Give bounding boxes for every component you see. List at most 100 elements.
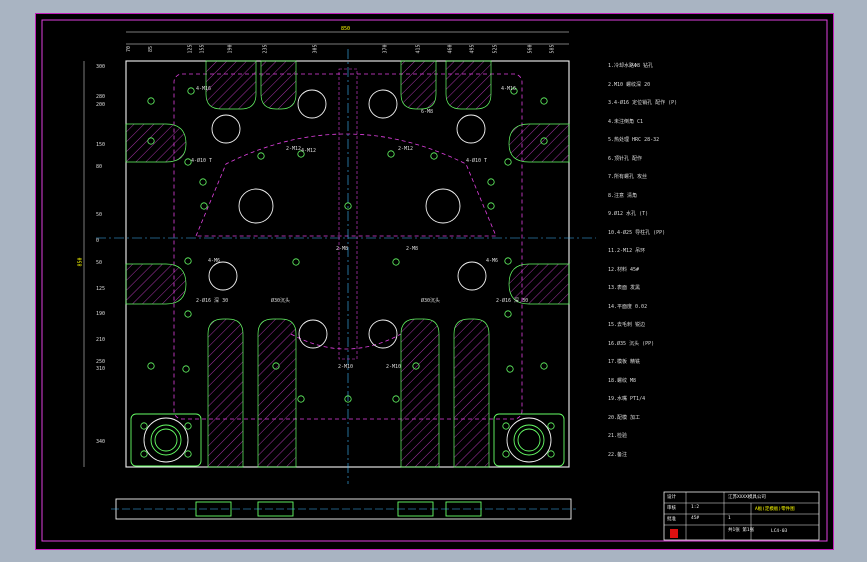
tapped-hole <box>547 422 555 430</box>
left-dim-label: 200 <box>96 102 106 108</box>
note-line: 5.热处理 HRC 28-32 <box>608 137 660 143</box>
left-dim-label: 150 <box>96 142 106 148</box>
approve-label: 批准 <box>667 517 676 522</box>
hole-tag: 2-M8 <box>406 246 419 252</box>
hole-tag: 2-M8 <box>336 246 349 252</box>
callout: 4-Ø10 T <box>191 158 213 164</box>
drawing-sheet[interactable]: 70 85 125 155 190 235 305 370 415 460 495 525 560 585… <box>35 13 834 550</box>
left-dim-label: 280 <box>96 94 106 100</box>
hole-tag: 4-M6 <box>486 258 499 264</box>
tapped-hole <box>184 257 192 265</box>
left-dim-label: 300 <box>96 64 106 70</box>
cad-viewport[interactable]: 70 85 125 155 190 235 305 370 415 460 495 525 560 585… <box>0 0 867 562</box>
tapped-hole <box>504 257 512 265</box>
note-line: 19.水嘴 PT1/4 <box>608 396 646 402</box>
note-line: 14.平面度 0.02 <box>608 303 648 310</box>
tapped-hole <box>182 365 190 373</box>
tapped-hole <box>297 395 305 403</box>
tapped-hole <box>540 362 548 370</box>
left-dim-label: 50 <box>96 212 103 218</box>
callout: Ø30沉头 <box>271 298 291 304</box>
note-line: 12.材料 45# <box>608 266 640 273</box>
hole-tag: 2-M12 <box>398 146 414 152</box>
tapped-hole <box>487 202 495 210</box>
note-line: 4.未注倒角 C1 <box>608 118 644 125</box>
tapped-hole <box>502 422 510 430</box>
note-line: 15.去毛刺 锐边 <box>608 322 646 328</box>
note-line: 21.检验 <box>608 433 628 439</box>
tapped-hole <box>199 178 207 186</box>
plate-drawing <box>41 19 828 542</box>
hole-tag: 2-M10 <box>386 364 402 370</box>
hole-tag: 2-M12 <box>286 146 302 152</box>
note-line: 16.Ø35 沉头 (PP) <box>608 340 655 347</box>
note-line: 18.螺纹 M8 <box>608 377 637 384</box>
hole-tag: 6-M8 <box>421 109 434 115</box>
top-dim-label: 155 <box>199 44 206 54</box>
hole-tag: 4-M16 <box>196 86 212 92</box>
top-dim-label: 370 <box>382 44 389 54</box>
top-dim-label: 235 <box>262 44 269 54</box>
tapped-hole <box>257 152 265 160</box>
hole-tag: 4-M16 <box>501 86 517 92</box>
tapped-hole <box>184 450 192 458</box>
top-dim-label: 560 <box>527 44 534 54</box>
callout: Ø30沉头 <box>421 298 441 304</box>
tapped-hole <box>140 450 148 458</box>
top-dim-label: 525 <box>492 44 499 54</box>
tapped-hole <box>200 202 208 210</box>
hatched-regions <box>125 60 570 468</box>
note-line: 1.冷却水路Φ8 钻孔 <box>608 63 654 69</box>
callout: 2-Ø16 深 30 <box>196 298 229 304</box>
top-dim-label: 305 <box>312 44 319 54</box>
left-dim-label: 190 <box>96 311 106 317</box>
drawing-title: A板(定模板)零件图 <box>755 507 795 512</box>
company-name: 江苏XXXX模具公司 <box>728 495 766 500</box>
tapped-hole <box>430 152 438 160</box>
top-dimensions <box>126 31 569 45</box>
tapped-hole <box>502 450 510 458</box>
top-dim-label: 415 <box>415 44 422 54</box>
hole-tag: 2-M10 <box>338 364 354 370</box>
note-line: 13.表面 发黑 <box>608 285 641 291</box>
tapped-hole <box>147 362 155 370</box>
tapped-hole <box>292 258 300 266</box>
note-line: 17.模板 精铣 <box>608 359 641 365</box>
top-dim-label: 85 <box>148 45 155 53</box>
tapped-hole <box>540 97 548 105</box>
note-line: 8.注意 清角 <box>608 192 638 199</box>
note-line: 9.Ø12 水孔 (T) <box>608 211 649 217</box>
top-dim-label: 70 <box>126 45 133 53</box>
left-dim-label: 50 <box>96 260 103 266</box>
tapped-hole <box>547 450 555 458</box>
note-line: 6.顶针孔 配作 <box>608 155 643 162</box>
scale-value: 1:2 <box>691 505 700 510</box>
left-dim-label: 250 <box>96 359 106 365</box>
note-line: 3.4-Ø16 定位销孔 配作 (P) <box>608 100 678 106</box>
note-line: 7.所有螺孔 攻丝 <box>608 174 648 180</box>
tapped-hole <box>184 310 192 318</box>
qty-value: 1 <box>728 516 731 521</box>
small-holes <box>140 87 555 458</box>
tapped-hole <box>140 422 148 430</box>
note-line: 20.配模 加工 <box>608 414 641 421</box>
tapped-hole <box>387 150 395 158</box>
hole-tag: 4-M6 <box>208 258 221 264</box>
company-logo <box>670 529 678 538</box>
design-label: 设计 <box>667 495 676 500</box>
tapped-hole <box>392 258 400 266</box>
tapped-hole <box>504 310 512 318</box>
drawing-number: LC4-03 <box>771 529 788 534</box>
note-line: 10.4-Ø25 导柱孔 (PP) <box>608 229 666 236</box>
tapped-hole <box>184 422 192 430</box>
top-dim-label: 585 <box>549 44 556 54</box>
left-dim-label: 340 <box>96 439 106 445</box>
section-view <box>111 498 576 520</box>
top-dim-label: 495 <box>469 44 476 54</box>
tapped-hole <box>504 158 512 166</box>
left-dim-label: 310 <box>96 366 106 372</box>
hole-tag: 4-M12 <box>301 148 317 154</box>
large-holes <box>208 89 487 349</box>
tapped-hole <box>392 395 400 403</box>
left-dim-label: 80 <box>96 164 103 170</box>
